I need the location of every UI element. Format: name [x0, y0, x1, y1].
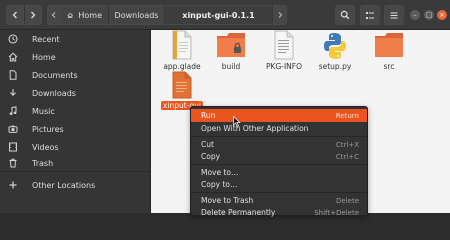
sidebar-item-label: Music: [32, 106, 55, 116]
sidebar-item-label: Pictures: [32, 124, 64, 134]
chevron-right-icon: [31, 11, 36, 19]
menu-separator: [191, 136, 367, 137]
close-icon: ×: [439, 11, 445, 19]
menu-item-label: Cut: [201, 140, 214, 149]
sidebar-item-label: Home: [32, 52, 56, 62]
camera-icon: [7, 123, 19, 135]
sidebar-item-label: Recent: [32, 34, 60, 44]
breadcrumb-downloads[interactable]: Downloads: [109, 5, 165, 25]
chevron-right-icon: [278, 12, 283, 18]
breadcrumb-scroll-right-button[interactable]: [273, 5, 287, 25]
sidebar-item-trash[interactable]: Trash: [0, 154, 150, 172]
menu-item-label: Copy: [201, 152, 221, 161]
breadcrumb-label: xinput-gui-0.1.1: [182, 10, 255, 20]
file-name: src: [383, 62, 395, 71]
breadcrumb-current-folder[interactable]: xinput-gui-0.1.1: [165, 5, 273, 25]
file-item-src[interactable]: src: [358, 30, 420, 71]
header-bar: Home Downloads xinput-gui-0.1.1 – □ ×: [0, 0, 450, 30]
menu-item-open-with[interactable]: Open With Other Application: [191, 122, 367, 135]
search-button[interactable]: [335, 5, 355, 25]
sidebar-divider: [0, 171, 150, 172]
view-options-icon: [366, 11, 374, 19]
menu-item-shortcut: Ctrl+X: [335, 140, 359, 149]
plus-icon: [7, 179, 19, 191]
menu-item-copy-to[interactable]: Copy to…: [191, 178, 367, 191]
menu-item-shortcut: Delete: [336, 196, 359, 205]
breadcrumb-label: Downloads: [114, 10, 159, 20]
sidebar-item-label: Downloads: [32, 88, 76, 98]
sidebar-item-downloads[interactable]: Downloads: [0, 84, 150, 102]
menu-item-shortcut: Return: [335, 111, 359, 120]
menu-item-label: Move to…: [201, 168, 239, 177]
sidebar-item-label: Trash: [32, 158, 54, 168]
back-button[interactable]: [6, 5, 24, 25]
minimize-icon: –: [413, 11, 417, 19]
maximize-icon: □: [425, 11, 433, 19]
folder-locked-icon: [217, 33, 245, 57]
home-icon: [7, 51, 19, 63]
sidebar-item-music[interactable]: Music: [0, 102, 150, 120]
home-icon: [67, 12, 73, 18]
breadcrumb-label: Home: [78, 10, 102, 20]
forward-button[interactable]: [24, 5, 42, 25]
hamburger-menu-icon: [390, 12, 398, 18]
document-file-icon: [172, 30, 192, 60]
context-menu: Run Return Open With Other Application C…: [190, 106, 368, 219]
search-icon: [340, 10, 350, 20]
sidebar: Recent Home Documents Downloads Music Pi…: [0, 30, 151, 213]
breadcrumb-home[interactable]: Home: [61, 5, 109, 25]
chevron-left-icon: [12, 11, 17, 19]
sidebar-item-home[interactable]: Home: [0, 48, 150, 66]
menu-separator: [191, 192, 367, 193]
maximize-button[interactable]: □: [424, 10, 434, 20]
folder-icon: [375, 33, 403, 57]
breadcrumb-scroll-left-button[interactable]: [47, 5, 61, 25]
chevron-left-icon: [51, 12, 56, 18]
menu-item-run[interactable]: Run Return: [191, 109, 367, 122]
file-item-setup-py[interactable]: setup.py: [304, 30, 366, 71]
music-icon: [7, 105, 19, 117]
clock-icon: [7, 33, 19, 45]
file-name: setup.py: [318, 62, 352, 71]
menu-item-label: Copy to…: [201, 180, 238, 189]
close-button[interactable]: ×: [437, 10, 447, 20]
sidebar-item-documents[interactable]: Documents: [0, 66, 150, 84]
download-icon: [7, 87, 19, 99]
view-options-button[interactable]: [360, 5, 380, 25]
menu-item-label: Run: [201, 111, 216, 120]
sidebar-item-pictures[interactable]: Pictures: [0, 120, 150, 138]
sidebar-item-label: Videos: [32, 142, 59, 152]
document-icon: [7, 69, 19, 81]
file-item-xinput-gui[interactable]: xinput-gui: [151, 71, 213, 110]
text-file-icon: [274, 30, 294, 60]
menu-item-label: Delete Permanently: [201, 208, 276, 217]
menu-item-shortcut: Shift+Delete: [314, 208, 359, 217]
menu-item-delete-permanently[interactable]: Delete Permanently Shift+Delete: [191, 206, 367, 219]
menu-item-label: Open With Other Application: [201, 124, 309, 133]
menu-separator: [191, 164, 367, 165]
mouse-cursor-icon: [233, 116, 241, 127]
menu-item-label: Move to Trash: [201, 196, 254, 205]
script-file-icon: [172, 71, 192, 99]
video-icon: [7, 141, 19, 153]
sidebar-item-label: Other Locations: [32, 180, 96, 190]
menu-item-copy[interactable]: Copy Ctrl+C: [191, 150, 367, 163]
sidebar-item-recent[interactable]: Recent: [0, 30, 150, 48]
menu-item-shortcut: Ctrl+C: [335, 152, 359, 161]
python-file-icon: [324, 33, 346, 59]
sidebar-item-label: Documents: [32, 70, 78, 80]
menu-button[interactable]: [384, 5, 404, 25]
trash-icon: [7, 157, 19, 169]
sidebar-item-other-locations[interactable]: Other Locations: [0, 176, 150, 194]
minimize-button[interactable]: –: [410, 10, 420, 20]
